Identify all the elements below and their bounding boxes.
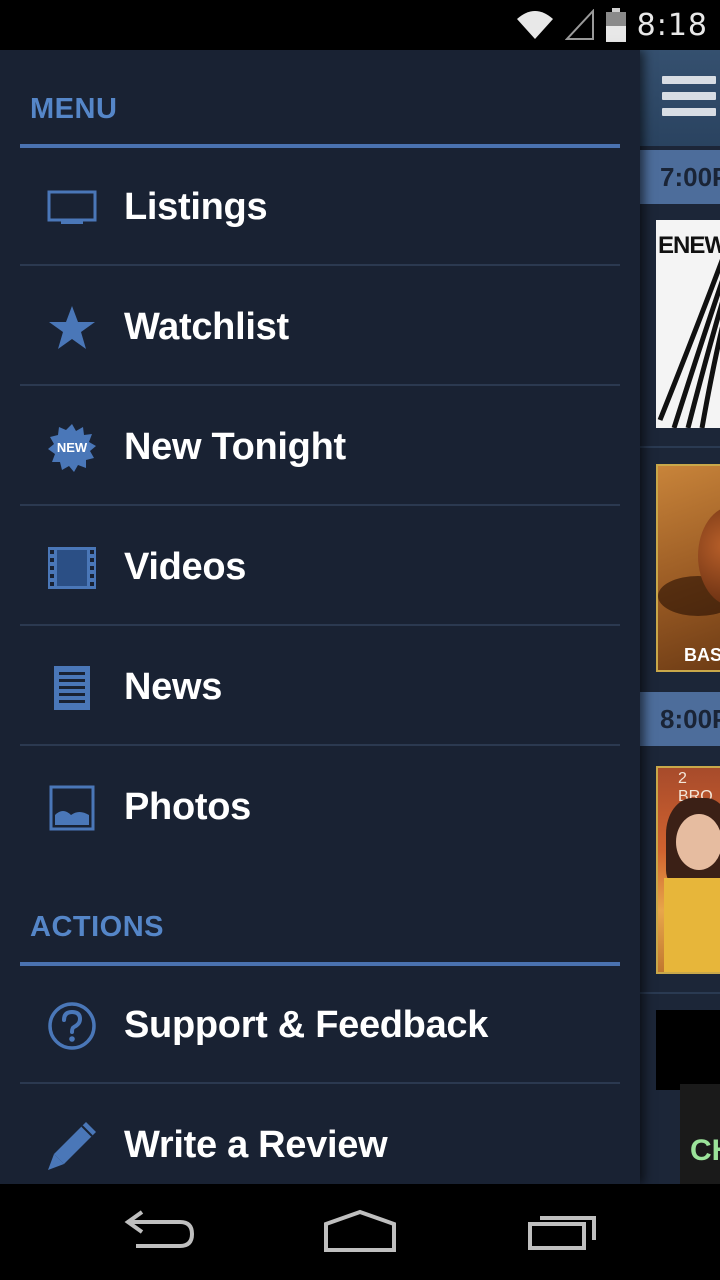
- wifi-icon: [516, 11, 553, 39]
- home-button[interactable]: [320, 1208, 400, 1258]
- system-nav-bar: [0, 1184, 720, 1280]
- time-header: 8:00P: [640, 692, 720, 746]
- status-time: 8:18: [636, 7, 708, 43]
- new-badge-text: NEW: [56, 440, 88, 455]
- menu-item-label: Photos: [124, 786, 251, 828]
- menu-item-support-feedback[interactable]: Support & Feedback: [20, 966, 620, 1084]
- menu-item-label: New Tonight: [124, 426, 346, 468]
- show-thumbnail-2-broke-girls[interactable]: 2 BRO: [656, 766, 720, 974]
- menu-item-videos[interactable]: Videos: [20, 508, 620, 626]
- menu-item-watchlist[interactable]: Watchlist: [20, 268, 620, 386]
- question-icon: [46, 1000, 98, 1052]
- menu-section-header: MENU: [20, 93, 620, 148]
- cell-signal-icon: [564, 9, 594, 40]
- row-divider: [640, 992, 720, 994]
- menu-item-news[interactable]: News: [20, 628, 620, 746]
- menu-item-label: News: [124, 666, 223, 708]
- listings-content: 7:00P ENEWS BAS 8:00P 2 BRO CH: [640, 50, 720, 1184]
- pencil-icon: [46, 1120, 98, 1172]
- action-bar: [640, 50, 720, 146]
- menu-item-listings[interactable]: Listings: [20, 148, 620, 266]
- new-badge-icon: NEW: [46, 422, 98, 474]
- back-button[interactable]: [120, 1208, 200, 1258]
- menu-item-new-tonight[interactable]: NEW New Tonight: [20, 388, 620, 506]
- menu-header-label: MENU: [30, 93, 118, 125]
- actions-header-label: ACTIONS: [30, 911, 164, 943]
- show-thumbnail-ch[interactable]: CH: [680, 1084, 720, 1184]
- menu-item-label: Support & Feedback: [124, 1004, 489, 1046]
- tv-icon: [46, 182, 98, 234]
- status-icons: 8:18: [515, 6, 708, 44]
- show-thumbnail-dark[interactable]: [656, 1010, 720, 1090]
- battery-icon: [605, 8, 626, 42]
- star-icon: [46, 302, 98, 354]
- menu-item-label: Watchlist: [124, 306, 289, 348]
- recent-apps-button[interactable]: [524, 1208, 604, 1258]
- show-thumbnail-enews[interactable]: ENEWS: [656, 220, 720, 428]
- film-icon: [46, 542, 98, 594]
- menu-item-photos[interactable]: Photos: [20, 748, 620, 866]
- recent-apps-icon: [528, 1216, 596, 1250]
- thumb-label: BAS: [684, 645, 720, 665]
- show-thumbnail-basketball[interactable]: BAS: [656, 464, 720, 672]
- row-divider: [640, 446, 720, 448]
- status-bar: 8:18: [0, 0, 720, 50]
- thumb-label: CH: [690, 1134, 720, 1167]
- navigation-drawer: MENU Listings Watchlist NEW New Tonight: [0, 50, 640, 1184]
- photo-icon: [46, 782, 98, 834]
- hamburger-menu-icon[interactable]: [662, 76, 716, 118]
- home-icon: [324, 1209, 396, 1252]
- document-icon: [46, 662, 98, 714]
- back-icon: [124, 1210, 195, 1248]
- actions-section-header: ACTIONS: [20, 911, 620, 966]
- menu-item-label: Videos: [124, 546, 247, 588]
- time-header: 7:00P: [640, 150, 720, 204]
- menu-item-label: Listings: [124, 186, 268, 228]
